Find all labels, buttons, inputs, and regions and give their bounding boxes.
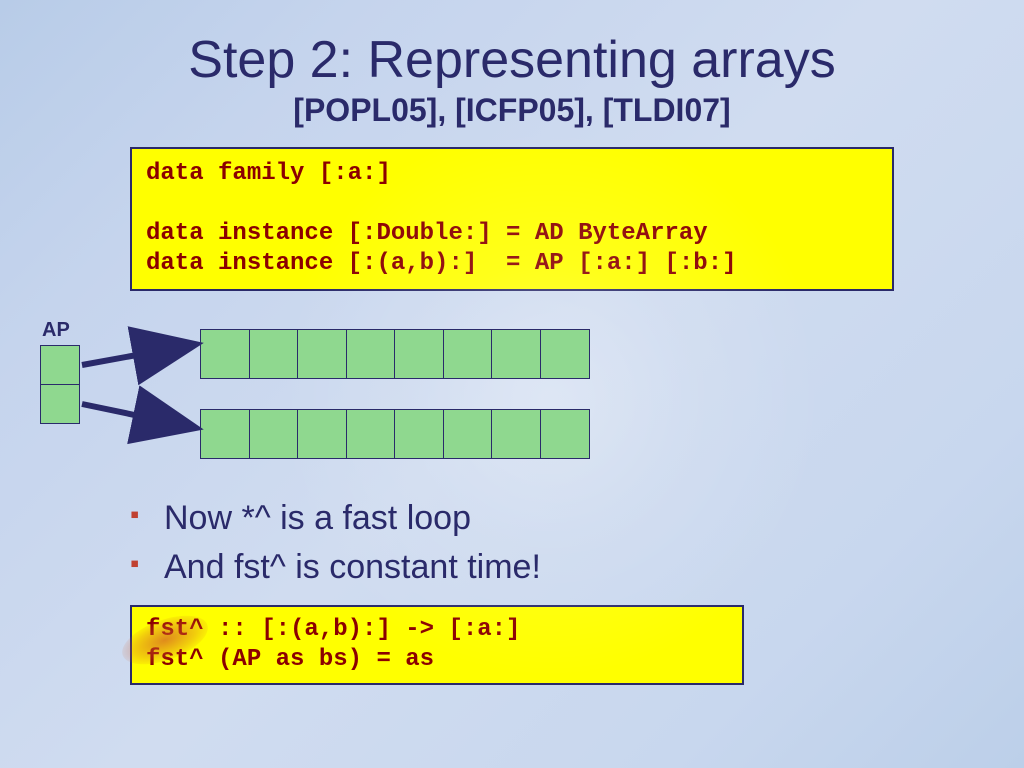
array-cell [200,409,250,459]
array-row-bottom [200,409,590,459]
array-row-top [200,329,590,379]
array-cell [346,409,396,459]
array-cell [491,409,541,459]
array-cell [297,329,347,379]
arrow-top [82,345,192,365]
array-cell [540,409,590,459]
array-cell [297,409,347,459]
bullet-list: Now *^ is a fast loop And fst^ is consta… [130,499,1024,587]
bullet-item: Now *^ is a fast loop [130,499,1024,538]
array-cell [443,409,493,459]
ap-label: AP [42,319,70,342]
arrow-bottom [82,404,192,427]
array-cell [443,329,493,379]
code-block-bottom: fst^ :: [:(a,b):] -> [:a:] fst^ (AP as b… [130,605,744,685]
array-cell [249,409,299,459]
ap-cell-top [40,345,80,385]
bullet-item: And fst^ is constant time! [130,548,1024,587]
array-cell [394,409,444,459]
ap-cell-bottom [40,384,80,424]
array-cell [394,329,444,379]
array-cell [491,329,541,379]
slide-subtitle: [POPL05], [ICFP05], [TLDI07] [0,92,1024,129]
array-cell [249,329,299,379]
array-diagram: AP [0,319,1024,479]
slide-title: Step 2: Representing arrays [0,0,1024,90]
array-cell [200,329,250,379]
array-cell [540,329,590,379]
code-block-top: data family [:a:] data instance [:Double… [130,147,894,291]
array-cell [346,329,396,379]
